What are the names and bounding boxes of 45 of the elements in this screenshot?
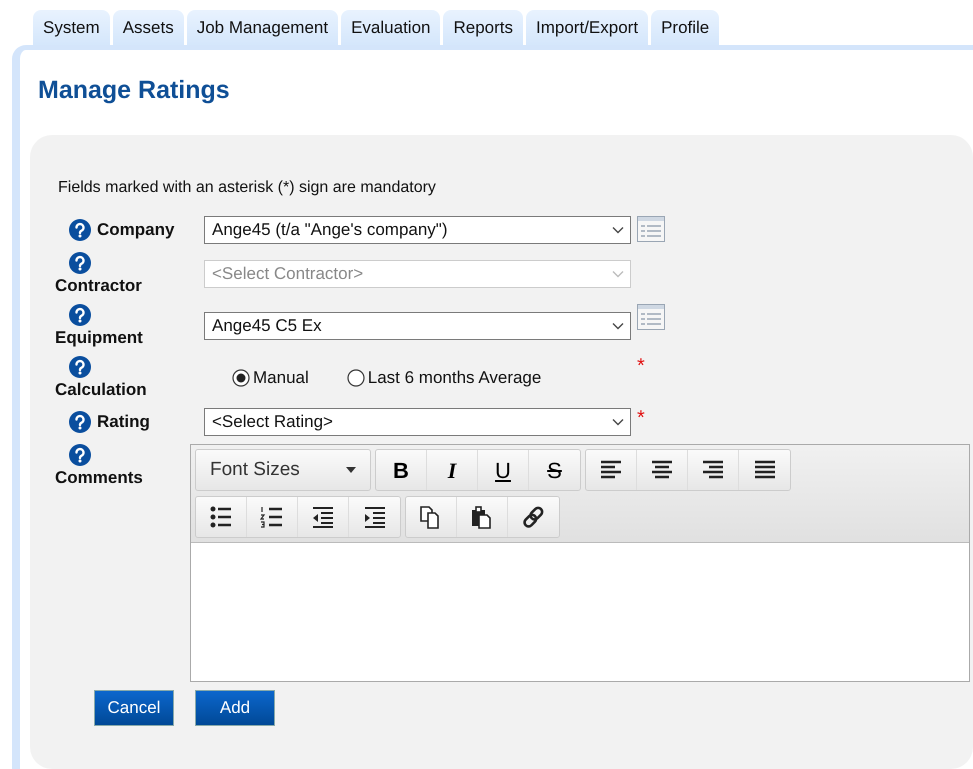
tab[interactable]: Assets xyxy=(112,10,184,45)
radio-option[interactable]: Manual xyxy=(232,365,309,391)
field-label: Calculation xyxy=(55,380,147,400)
chevron-icon xyxy=(612,418,624,426)
tab[interactable]: Profile xyxy=(651,10,720,45)
action-button[interactable]: Cancel xyxy=(94,690,174,726)
select-field[interactable]: <Select Rating> xyxy=(204,408,631,436)
tab[interactable]: Import/Export xyxy=(526,10,648,45)
format-button[interactable]: B xyxy=(376,450,427,490)
caret-icon xyxy=(346,467,356,473)
mandatory-note: Fields marked with an asterisk (*) sign are mandatory xyxy=(58,178,437,198)
chevron-icon xyxy=(612,226,624,234)
paste-icon xyxy=(470,506,494,528)
chevron-icon xyxy=(612,270,624,278)
page-title: Manage Ratings xyxy=(38,75,231,105)
field-label: Comments xyxy=(55,468,143,488)
action-button[interactable]: Add xyxy=(195,690,275,726)
outdent-icon xyxy=(311,506,335,528)
field-label: Contractor xyxy=(55,276,142,296)
select-field[interactable]: Ange45 (t/a "Ange's company") xyxy=(204,216,631,244)
help-icon[interactable] xyxy=(69,356,91,378)
help-icon[interactable] xyxy=(69,411,91,433)
numbered-list-icon xyxy=(260,506,284,528)
link-icon xyxy=(522,506,546,528)
chevron-icon xyxy=(612,322,624,330)
radio-option[interactable]: Last 6 months Average xyxy=(346,365,542,391)
required-asterisk: * xyxy=(637,356,645,376)
help-icon[interactable] xyxy=(69,219,91,241)
format-button[interactable]: U xyxy=(478,450,529,490)
tab[interactable]: Evaluation xyxy=(341,10,440,45)
field-label: Company xyxy=(97,220,174,240)
field-label: Equipment xyxy=(55,328,143,348)
tab[interactable]: System xyxy=(33,10,110,45)
format-button[interactable]: I xyxy=(427,450,478,490)
required-asterisk: * xyxy=(637,408,645,428)
font-size-dropdown[interactable]: Font Sizes xyxy=(196,450,370,490)
field-label: Rating xyxy=(97,412,150,432)
tab[interactable]: Reports xyxy=(443,10,524,45)
bullet-list-icon xyxy=(209,506,233,528)
help-icon[interactable] xyxy=(69,444,91,466)
indent-icon xyxy=(362,506,386,528)
help-icon[interactable] xyxy=(69,304,91,326)
format-button[interactable]: S xyxy=(529,450,580,490)
select-field[interactable]: Ange45 C5 Ex xyxy=(204,312,631,340)
tab[interactable]: Job Management xyxy=(186,10,338,45)
